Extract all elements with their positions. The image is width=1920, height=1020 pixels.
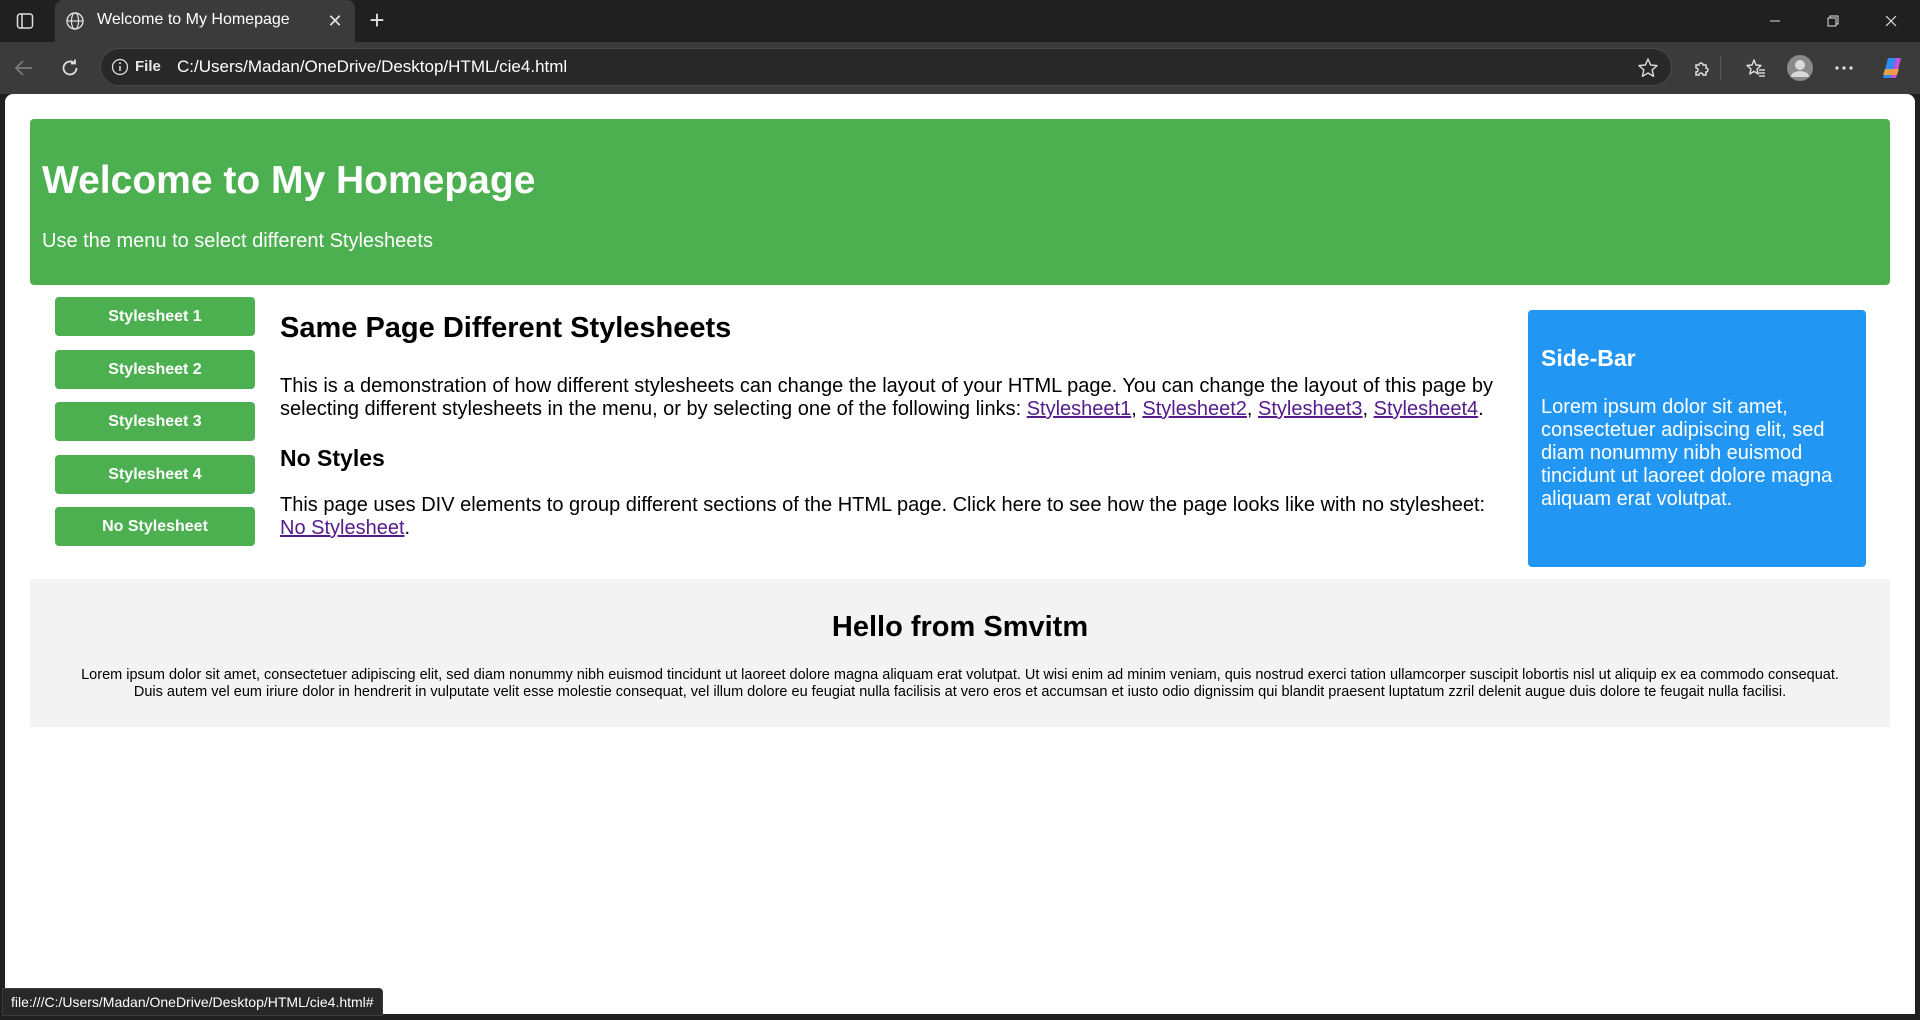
tab-strip: Welcome to My Homepage ✕ + [0, 0, 1920, 42]
menu-button-stylesheet-3[interactable]: Stylesheet 3 [55, 402, 255, 441]
link-stylesheet4[interactable]: Stylesheet4 [1374, 398, 1479, 420]
minimize-icon [1770, 20, 1780, 22]
main-heading: Same Page Different Stylesheets [280, 312, 732, 344]
url-text[interactable]: C:/Users/Madan/OneDrive/Desktop/HTML/cie… [177, 57, 567, 77]
star-icon[interactable] [1637, 57, 1659, 79]
stylesheet-menu: Stylesheet 1 Stylesheet 2 Stylesheet 3 S… [55, 297, 255, 560]
link-stylesheet3[interactable]: Stylesheet3 [1258, 398, 1363, 420]
copilot-icon [1883, 58, 1901, 78]
profile-button[interactable] [1786, 54, 1814, 82]
side-bar: Side-Bar Lorem ipsum dolor sit amet, con… [1528, 310, 1866, 567]
link-no-stylesheet[interactable]: No Stylesheet [280, 517, 405, 539]
status-bar-url: file:///C:/Users/Madan/OneDrive/Desktop/… [2, 988, 383, 1016]
tab-actions-icon [16, 13, 34, 29]
window-close-icon [1885, 15, 1897, 27]
favorites-icon [1746, 59, 1765, 77]
link-stylesheet2[interactable]: Stylesheet2 [1142, 398, 1247, 420]
browser-toolbar: File C:/Users/Madan/OneDrive/Desktop/HTM… [0, 42, 1920, 94]
page-header: Welcome to My Homepage Use the menu to s… [30, 119, 1890, 285]
page-footer: Hello from Smvitm Lorem ipsum dolor sit … [30, 579, 1890, 727]
more-button[interactable] [1830, 54, 1858, 82]
info-icon[interactable] [111, 58, 129, 76]
footer-title: Hello from Smvitm [831, 611, 1089, 643]
minimize-button[interactable] [1752, 6, 1798, 36]
more-icon [1835, 66, 1853, 70]
scheme-label: File [135, 58, 161, 75]
extensions-icon [1695, 62, 1709, 76]
close-icon[interactable]: ✕ [325, 11, 345, 31]
sidebar-text: Lorem ipsum dolor sit amet, consectetuer… [1541, 396, 1833, 510]
refresh-button[interactable] [56, 54, 84, 82]
tab-actions-button[interactable] [10, 8, 40, 34]
refresh-icon [62, 59, 78, 76]
address-bar[interactable]: File C:/Users/Madan/OneDrive/Desktop/HTM… [100, 48, 1672, 86]
plus-icon[interactable]: + [364, 7, 390, 34]
restore-icon [1827, 15, 1839, 27]
sidebar-title: Side-Bar [1541, 345, 1636, 371]
footer-text: Lorem ipsum dolor sit amet, consectetuer… [81, 667, 1839, 700]
main-content: Same Page Different Stylesheets This is … [280, 312, 1510, 539]
no-styles-text: This page uses DIV elements to group dif… [280, 494, 1486, 516]
copilot-button[interactable] [1878, 54, 1906, 82]
menu-button-stylesheet-1[interactable]: Stylesheet 1 [55, 297, 255, 336]
active-tab[interactable]: Welcome to My Homepage ✕ [55, 0, 355, 42]
window-close-button[interactable] [1868, 6, 1914, 36]
toolbar-separator [1720, 56, 1721, 80]
favorites-button[interactable] [1742, 54, 1770, 82]
profile-icon [1787, 55, 1813, 81]
menu-button-no-stylesheet[interactable]: No Stylesheet [55, 507, 255, 546]
back-button[interactable] [10, 54, 38, 82]
page-subtitle: Use the menu to select different Stylesh… [42, 230, 433, 252]
restore-button[interactable] [1810, 6, 1856, 36]
tab-title: Welcome to My Homepage [97, 11, 290, 28]
globe-icon [66, 12, 84, 30]
back-icon [14, 60, 32, 76]
intro-paragraph: This is a demonstration of how different… [280, 375, 1493, 420]
page-viewport: Welcome to My Homepage Use the menu to s… [5, 94, 1915, 1014]
extensions-button[interactable] [1689, 54, 1717, 82]
no-styles-paragraph: This page uses DIV elements to group dif… [280, 494, 1486, 539]
link-stylesheet1[interactable]: Stylesheet1 [1027, 398, 1132, 420]
page-title: Welcome to My Homepage [42, 159, 536, 202]
menu-button-stylesheet-2[interactable]: Stylesheet 2 [55, 349, 255, 389]
no-styles-heading: No Styles [280, 445, 385, 471]
menu-button-stylesheet-4[interactable]: Stylesheet 4 [55, 454, 255, 494]
